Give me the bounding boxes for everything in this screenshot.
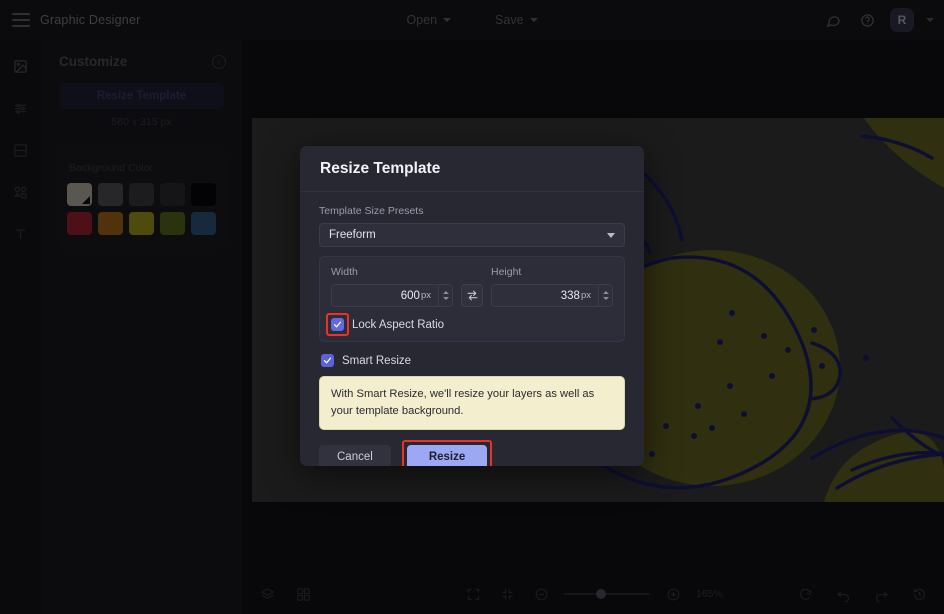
- stepper-down-icon[interactable]: [442, 297, 449, 300]
- width-field-group: Width 600 px: [331, 266, 453, 307]
- size-row: Width 600 px Height 338 px: [331, 266, 613, 307]
- size-fields-group: Width 600 px Height 338 px Lock Aspect R…: [319, 256, 625, 342]
- width-stepper[interactable]: [438, 284, 453, 307]
- height-input[interactable]: 338 px: [491, 284, 598, 307]
- smart-resize-row: Smart Resize: [319, 354, 625, 367]
- check-icon: [323, 357, 332, 364]
- height-stepper[interactable]: [598, 284, 613, 307]
- smart-resize-label: Smart Resize: [342, 354, 412, 367]
- dialog-body: Template Size Presets Freeform Width 600…: [300, 192, 644, 430]
- stepper-up-icon[interactable]: [602, 291, 609, 294]
- width-value: 600: [400, 289, 420, 302]
- swap-dimensions-button[interactable]: [461, 284, 483, 307]
- width-input[interactable]: 600 px: [331, 284, 438, 307]
- height-field-group: Height 338 px: [491, 266, 613, 307]
- height-unit: px: [580, 290, 591, 301]
- resize-template-dialog: Resize Template Template Size Presets Fr…: [300, 146, 644, 466]
- width-label: Width: [331, 266, 358, 278]
- stepper-up-icon[interactable]: [442, 291, 449, 294]
- height-label: Height: [491, 266, 522, 278]
- check-icon: [333, 321, 342, 328]
- app-root: Graphic Designer Open Save R: [0, 0, 944, 614]
- preset-select[interactable]: Freeform: [319, 223, 625, 247]
- dialog-footer: Cancel Resize: [300, 430, 644, 466]
- smart-resize-checkbox[interactable]: [321, 354, 334, 367]
- height-value: 338: [560, 289, 580, 302]
- resize-button[interactable]: Resize: [401, 439, 493, 466]
- chevron-down-icon: [607, 232, 615, 238]
- stepper-down-icon[interactable]: [602, 297, 609, 300]
- lock-aspect-row: Lock Aspect Ratio: [326, 313, 613, 336]
- lock-aspect-ratio-label: Lock Aspect Ratio: [352, 318, 445, 331]
- dialog-header: Resize Template: [300, 146, 644, 192]
- dialog-title: Resize Template: [320, 160, 441, 177]
- presets-label: Template Size Presets: [319, 205, 424, 217]
- swap-arrows-icon: [467, 290, 477, 301]
- width-input-wrap: 600 px: [331, 284, 453, 307]
- smart-resize-notice: With Smart Resize, we'll resize your lay…: [319, 376, 625, 430]
- width-unit: px: [420, 290, 431, 301]
- preset-select-value: Freeform: [329, 229, 376, 241]
- lock-aspect-ratio-checkbox[interactable]: [326, 313, 349, 336]
- height-input-wrap: 338 px: [491, 284, 613, 307]
- cancel-button[interactable]: Cancel: [319, 444, 391, 466]
